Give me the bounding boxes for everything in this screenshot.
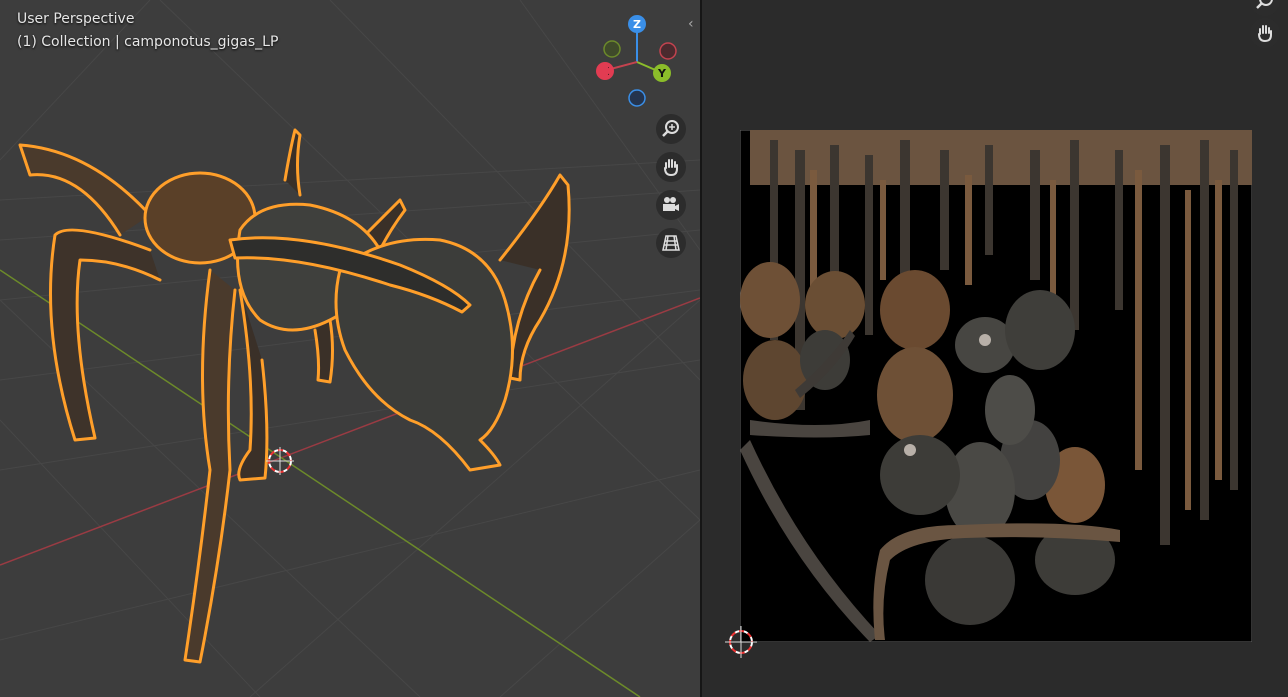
pan-view-button[interactable] [656,152,686,182]
viewport-scene [0,0,700,697]
zoom-view-button[interactable] [656,114,686,144]
3d-cursor[interactable] [266,447,294,475]
search-icon [1256,0,1273,9]
hand-icon [664,159,678,177]
uv-zoom-button[interactable] [1250,0,1280,16]
collapse-sidebar-toggle[interactable]: ‹ [688,16,694,32]
collection-object-label: (1) Collection | camponotus_gigas_LP [17,34,279,50]
uv-2d-cursor[interactable] [721,622,761,662]
perspective-toggle-button[interactable] [656,228,686,258]
camera-icon [663,197,679,211]
grid-icon [662,235,680,251]
hand-icon [1258,25,1272,43]
navigation-gizmo[interactable] [596,15,677,107]
uv-pan-button[interactable] [1250,18,1280,48]
view-mode-label: User Perspective [17,11,135,27]
3d-viewport[interactable]: User Perspective (1) Collection | campon… [0,0,700,697]
camera-view-button[interactable] [656,190,686,220]
ant-model[interactable] [18,128,571,664]
uv-texture-image[interactable] [740,130,1252,642]
zoom-icon [662,120,679,137]
